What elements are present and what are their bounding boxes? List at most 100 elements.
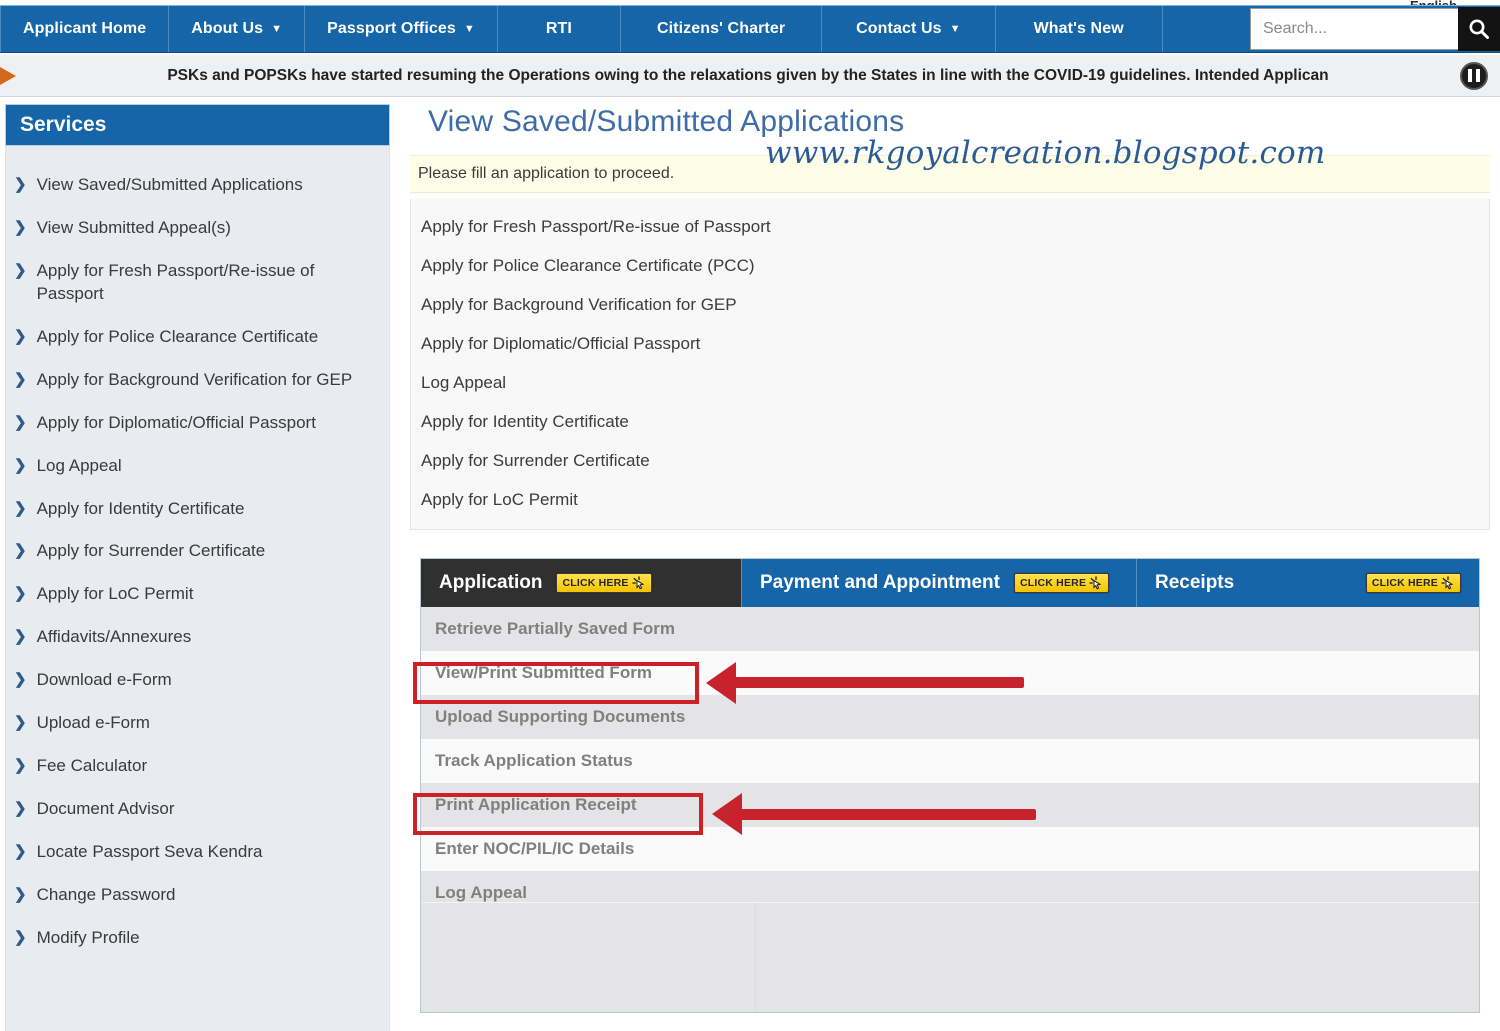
sidebar-item-label: Apply for Identity Certificate [36,498,245,518]
click-here-badge[interactable]: CLICK HERE [556,573,652,593]
click-cursor-icon [1089,576,1103,590]
chevron-down-icon: ▼ [463,22,475,35]
chevron-right-icon: ❯ [14,261,27,279]
apply-option-row[interactable]: Apply for Background Verification for GE… [411,285,1489,324]
click-badge-label: CLICK HERE [562,577,629,589]
sidebar-item-label: Apply for Diplomatic/Official Passport [36,412,316,432]
panel-row[interactable]: Track Application Status [421,739,1479,783]
announcement-marquee: PSKs and POPSKs have started resuming th… [0,55,1500,97]
sidebar-item-label: View Submitted Appeal(s) [36,217,231,237]
apply-option-row[interactable]: Apply for Fresh Passport/Re-issue of Pas… [411,207,1489,246]
apply-option-row[interactable]: Apply for Identity Certificate [411,402,1489,441]
nav-label: Contact Us [856,20,942,37]
chevron-right-icon: ❯ [14,327,27,345]
sidebar-item[interactable]: ❯ Document Advisor [6,788,389,831]
nav-item-whats-new[interactable]: What's New [996,6,1163,52]
nav-item-passport-offices[interactable]: Passport Offices ▼ [305,6,498,52]
sidebar-item[interactable]: ❯ Apply for Diplomatic/Official Passport [6,402,389,445]
sidebar-item-label: Log Appeal [36,455,122,475]
click-here-badge[interactable]: CLICK HERE [1013,573,1110,593]
click-badge-label: CLICK HERE [1371,577,1438,589]
sidebar-item[interactable]: ❯ Apply for Identity Certificate [6,488,389,531]
nav-label: What's New [1033,20,1124,37]
play-triangle-icon [0,66,16,85]
chevron-down-icon: ▼ [949,22,961,35]
chevron-right-icon: ❯ [14,456,27,474]
sidebar-item-label: Apply for Fresh Passport/Re-issue of Pas… [36,260,315,303]
apply-option-row[interactable]: Apply for Police Clearance Certificate (… [411,246,1489,285]
search-icon [1469,19,1489,39]
search-button[interactable] [1458,7,1500,51]
panel-row[interactable]: Upload Supporting Documents [421,695,1479,739]
pause-bar [1476,69,1480,82]
apply-option-label: Apply for Fresh Passport/Re-issue of Pas… [421,216,771,236]
panel-tabs: Application CLICK HERE Payment and Appoi… [421,559,1479,607]
panel-footer-right [756,903,1479,1012]
chevron-right-icon: ❯ [14,218,27,236]
nav-item-about-us[interactable]: About Us ▼ [169,6,306,52]
sidebar-item-label: Apply for Surrender Certificate [36,541,266,561]
tab-label: Payment and Appointment [760,572,1000,593]
page-root: English Applicant Home About Us ▼ Passpo… [0,0,1500,1031]
nav-item-contact-us[interactable]: Contact Us ▼ [822,6,996,52]
sidebar-item[interactable]: ❯ Download e-Form [6,659,389,702]
nav-label: About Us [191,20,264,37]
services-sidebar: Services ❯ View Saved/Submitted Applicati… [5,104,390,1031]
sidebar-item[interactable]: ❯ View Saved/Submitted Applications [6,164,389,207]
tab-application[interactable]: Application CLICK HERE [421,559,741,607]
nav-item-rti[interactable]: RTI [498,6,621,52]
apply-option-label: Apply for Surrender Certificate [421,450,650,470]
panel-row[interactable]: Print Application Receipt [421,783,1479,827]
sidebar-item-label: Document Advisor [36,799,175,819]
sidebar-item[interactable]: ❯ Change Password [6,874,389,917]
panel-footer [421,902,1479,1012]
sidebar-item[interactable]: ❯ Modify Profile [6,917,389,960]
sidebar-item[interactable]: ❯ Affidavits/Annexures [6,616,389,659]
chevron-down-icon: ▼ [271,22,283,35]
sidebar-heading: Services [5,104,390,146]
apply-option-row[interactable]: Apply for Diplomatic/Official Passport [411,324,1489,363]
tab-payment-and-appointment[interactable]: Payment and Appointment CLICK HERE [741,559,1136,607]
tab-receipts[interactable]: Receipts CLICK HERE [1136,559,1479,607]
panel-row-label: View/Print Submitted Form [435,663,652,682]
chevron-right-icon: ❯ [14,800,27,818]
pause-icon[interactable] [1460,61,1488,90]
sidebar-item[interactable]: ❯ Log Appeal [6,445,389,488]
sidebar-item-label: Modify Profile [36,927,140,947]
panel-row[interactable]: View/Print Submitted Form [421,651,1479,695]
chevron-right-icon: ❯ [14,714,27,732]
click-cursor-icon [631,576,646,590]
panel-row[interactable]: Enter NOC/PIL/IC Details [421,827,1479,871]
sidebar-item[interactable]: ❯ Upload e-Form [6,702,389,745]
chevron-right-icon: ❯ [14,885,27,903]
apply-option-label: Apply for Diplomatic/Official Passport [421,333,701,353]
sidebar-item[interactable]: ❯ Apply for Background Verification for G… [6,359,389,402]
sidebar-item[interactable]: ❯ View Submitted Appeal(s) [6,207,389,250]
panel-row-label: Track Application Status [435,751,633,770]
sidebar-item[interactable]: ❯ Apply for Surrender Certificate [6,530,389,573]
alert-message: Please fill an application to proceed. [418,165,675,182]
nav-item-applicant-home[interactable]: Applicant Home [0,6,170,52]
sidebar-item-label: Upload e-Form [36,713,150,733]
panel-row[interactable]: Retrieve Partially Saved Form [421,607,1479,651]
search-input[interactable]: Search... [1250,8,1458,50]
sidebar-item[interactable]: ❯ Apply for Police Clearance Certificate [6,316,389,359]
click-here-badge[interactable]: CLICK HERE [1365,573,1461,593]
tab-label: Receipts [1155,572,1235,593]
panel-row-label: Print Application Receipt [435,795,637,814]
nav-item-citizens-charter[interactable]: Citizens' Charter [621,6,823,52]
sidebar-item[interactable]: ❯ Apply for LoC Permit [6,573,389,616]
sidebar-item[interactable]: ❯ Locate Passport Seva Kendra [6,831,389,874]
apply-option-row[interactable]: Apply for Surrender Certificate [411,441,1489,480]
sidebar-item-label: Locate Passport Seva Kendra [36,842,263,861]
chevron-right-icon: ❯ [14,928,27,946]
apply-option-row[interactable]: Log Appeal [411,363,1489,402]
apply-option-label: Apply for Identity Certificate [421,411,629,431]
apply-option-row[interactable]: Apply for LoC Permit [411,480,1489,519]
chevron-right-icon: ❯ [14,585,27,603]
sidebar-item[interactable]: ❯ Apply for Fresh Passport/Re-issue of Pa… [6,250,389,316]
sidebar-item[interactable]: ❯ Fee Calculator [6,745,389,788]
apply-options-list: Apply for Fresh Passport/Re-issue of Pas… [410,199,1490,530]
application-panel: Application CLICK HERE Payment and Appoi… [420,558,1480,1013]
